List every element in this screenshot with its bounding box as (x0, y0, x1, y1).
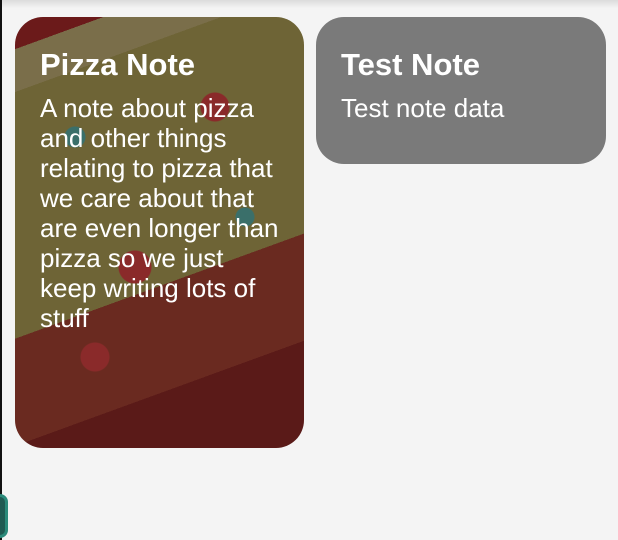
note-card-test[interactable]: Test Note Test note data (316, 17, 606, 164)
status-bar-shadow (0, 0, 618, 8)
note-card-pizza[interactable]: Pizza Note A note about pizza and other … (15, 17, 304, 448)
floating-action-button[interactable] (0, 494, 8, 538)
window-edge (0, 0, 2, 540)
note-title: Pizza Note (40, 47, 196, 82)
note-title: Test Note (341, 47, 480, 82)
note-body: Test note data (341, 93, 505, 123)
note-body: A note about pizza and other things rela… (40, 93, 279, 333)
